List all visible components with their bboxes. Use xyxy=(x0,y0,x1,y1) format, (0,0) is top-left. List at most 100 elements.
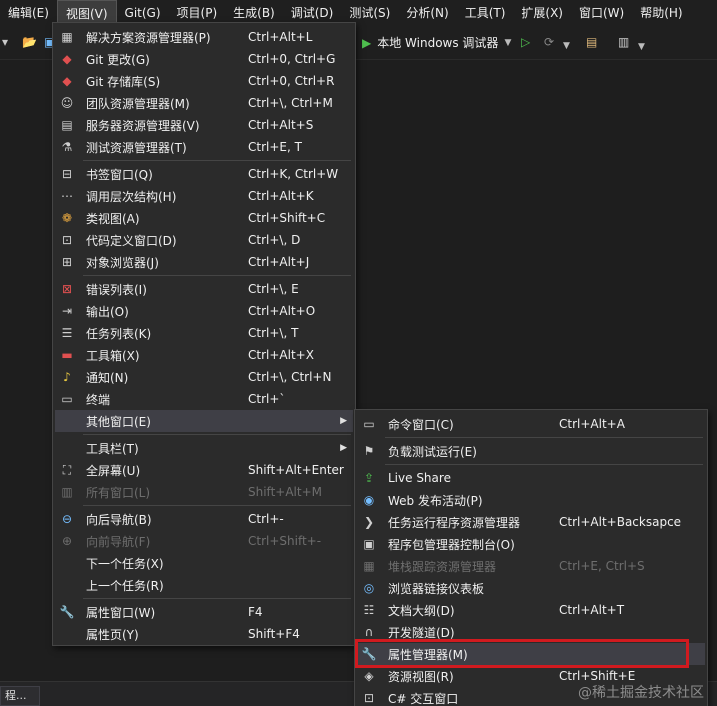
menu-item-label: 解决方案资源管理器(P) xyxy=(86,30,211,45)
properties-window-icon: 🔧 xyxy=(59,605,75,619)
menu-item-document-outline[interactable]: ☷ 文档大纲(D) Ctrl+Alt+T xyxy=(357,599,705,621)
menu-item-stack-trace-explorer: ▦ 堆栈跟踪资源管理器 Ctrl+E, Ctrl+S xyxy=(357,555,705,577)
folder-tool-icon[interactable]: ▤ xyxy=(586,35,597,49)
menu-item-shortcut: Ctrl+` xyxy=(248,392,286,406)
menu-analyze[interactable]: 分析(N) xyxy=(398,0,456,26)
menu-item-label: 资源视图(R) xyxy=(388,669,454,684)
menu-item-property-manager[interactable]: 🔧 属性管理器(M) xyxy=(357,643,705,665)
full-screen-icon: ⛶ xyxy=(62,462,72,477)
menu-item-team-explorer[interactable]: ☺ 团队资源管理器(M) Ctrl+\, Ctrl+M xyxy=(55,92,353,114)
menu-item-navigate-forward: ⊕ 向前导航(F) Ctrl+Shift+- xyxy=(55,530,353,552)
menu-item-test-explorer[interactable]: ⚗ 测试资源管理器(T) Ctrl+E, T xyxy=(55,136,353,158)
start-debug-button[interactable]: ▶ 本地 Windows 调试器 ▼ xyxy=(362,34,511,51)
menu-item-other-windows[interactable]: 其他窗口(E) ▶ xyxy=(55,410,353,432)
menu-item-git-repository[interactable]: ◆ Git 存储库(S) Ctrl+0, Ctrl+R xyxy=(55,70,353,92)
menu-window[interactable]: 窗口(W) xyxy=(571,0,632,26)
menu-item-label: 堆栈跟踪资源管理器 xyxy=(388,559,497,574)
menu-item-notifications[interactable]: ♪ 通知(N) Ctrl+\, Ctrl+N xyxy=(55,366,353,388)
object-browser-icon: ⊞ xyxy=(61,255,73,269)
menu-item-live-share[interactable]: ⇪ Live Share xyxy=(357,467,705,489)
menu-item-web-publish[interactable]: ◉ Web 发布活动(P) xyxy=(357,489,705,511)
server-explorer-icon: ▤ xyxy=(61,118,73,132)
document-outline-icon: ☷ xyxy=(363,603,375,617)
menu-item-label: 任务运行程序资源管理器 xyxy=(388,515,521,530)
menu-item-object-browser[interactable]: ⊞ 对象浏览器(J) Ctrl+Alt+J xyxy=(55,251,353,273)
menu-item-label: Git 存储库(S) xyxy=(86,74,161,89)
start-without-debug-icon[interactable]: ▷ xyxy=(521,35,530,49)
output-icon: ⇥ xyxy=(61,304,73,318)
menu-item-label: 错误列表(I) xyxy=(86,282,147,297)
menu-item-class-view[interactable]: ❁ 类视图(A) Ctrl+Shift+C xyxy=(55,207,353,229)
menu-item-task-list[interactable]: ☰ 任务列表(K) Ctrl+\, T xyxy=(55,322,353,344)
menu-item-dev-tunnels[interactable]: ∩ 开发隧道(D) xyxy=(357,621,705,643)
menu-item-label: 服务器资源管理器(V) xyxy=(86,118,200,133)
menu-item-browser-link-dashboard[interactable]: ◎ 浏览器链接仪表板 xyxy=(357,577,705,599)
menu-tools[interactable]: 工具(T) xyxy=(457,0,514,26)
menu-item-shortcut: Ctrl+K, Ctrl+W xyxy=(248,167,339,181)
menu-item-properties-window[interactable]: 🔧 属性窗口(W) F4 xyxy=(55,601,353,623)
toolbox-icon: ▬ xyxy=(61,348,73,362)
menu-item-load-test-run[interactable]: ⚑ 负载测试运行(E) xyxy=(357,440,705,462)
restart-dropdown-icon[interactable]: ▼ xyxy=(563,37,570,51)
menu-item-git-changes[interactable]: ◆ Git 更改(G) Ctrl+0, Ctrl+G xyxy=(55,48,353,70)
menu-edit[interactable]: 编辑(E) xyxy=(0,0,57,26)
menu-item-shortcut: Ctrl+0, Ctrl+G xyxy=(248,52,336,66)
menu-item-label: Web 发布活动(P) xyxy=(388,493,483,508)
restart-icon[interactable]: ⟳ xyxy=(544,35,554,49)
menu-item-label: Git 更改(G) xyxy=(86,52,150,67)
all-windows-icon: ▥ xyxy=(61,485,73,499)
git-changes-icon: ◆ xyxy=(62,52,72,66)
menu-item-code-definition[interactable]: ⊡ 代码定义窗口(D) Ctrl+\, D xyxy=(55,229,353,251)
menu-item-solution-explorer[interactable]: ▦ 解决方案资源管理器(P) Ctrl+Alt+L xyxy=(55,26,353,48)
menu-item-full-screen[interactable]: ⛶ 全屏幕(U) Shift+Alt+Enter xyxy=(55,459,353,481)
menu-help[interactable]: 帮助(H) xyxy=(632,0,690,26)
menu-item-bookmark-window[interactable]: ⊟ 书签窗口(Q) Ctrl+K, Ctrl+W xyxy=(55,163,353,185)
menu-item-output[interactable]: ⇥ 输出(O) Ctrl+Alt+O xyxy=(55,300,353,322)
menu-item-call-hierarchy[interactable]: ⋯ 调用层次结构(H) Ctrl+Alt+K xyxy=(55,185,353,207)
menu-extensions[interactable]: 扩展(X) xyxy=(513,0,571,26)
menu-item-toolbox[interactable]: ▬ 工具箱(X) Ctrl+Alt+X xyxy=(55,344,353,366)
menu-item-shortcut: Ctrl+\, D xyxy=(248,233,301,247)
toolbar-dropdown-icon[interactable]: ▾ xyxy=(2,35,8,49)
menu-item-error-list[interactable]: ⊠ 错误列表(I) Ctrl+\, E xyxy=(55,278,353,300)
menu-item-shortcut: Ctrl+- xyxy=(248,512,284,526)
menu-item-shortcut: Ctrl+Alt+L xyxy=(248,30,313,44)
open-folder-icon[interactable]: 📂 xyxy=(22,35,37,49)
menu-item-shortcut: F4 xyxy=(248,605,263,619)
resource-view-icon: ◈ xyxy=(364,669,374,683)
menu-item-label: 对象浏览器(J) xyxy=(86,255,159,270)
play-icon: ▶ xyxy=(362,35,372,50)
view-menu: ▦ 解决方案资源管理器(P) Ctrl+Alt+L ◆ Git 更改(G) Ct… xyxy=(52,22,356,646)
toolbar-overflow-icon[interactable]: ▼ xyxy=(638,38,645,52)
menu-item-all-windows: ▥ 所有窗口(L) Shift+Alt+M xyxy=(55,481,353,503)
git-repository-icon: ◆ xyxy=(62,74,72,88)
call-hierarchy-icon: ⋯ xyxy=(61,189,73,203)
menu-item-shortcut: Shift+F4 xyxy=(248,627,300,641)
menu-item-property-pages[interactable]: 属性页(Y) Shift+F4 xyxy=(55,623,353,645)
menu-item-shortcut: Ctrl+Alt+A xyxy=(559,417,625,431)
menu-item-previous-task[interactable]: 上一个任务(R) xyxy=(55,574,353,596)
task-runner-icon: ❯ xyxy=(363,515,375,529)
menu-item-toolbars[interactable]: 工具栏(T) ▶ xyxy=(55,437,353,459)
menu-item-label: 书签窗口(Q) xyxy=(86,167,153,182)
menu-item-shortcut: Ctrl+Alt+S xyxy=(248,118,314,132)
live-share-icon: ⇪ xyxy=(363,471,375,485)
menu-item-label: 向前导航(F) xyxy=(86,534,151,549)
menu-item-server-explorer[interactable]: ▤ 服务器资源管理器(V) Ctrl+Alt+S xyxy=(55,114,353,136)
menu-item-terminal[interactable]: ▭ 终端 Ctrl+` xyxy=(55,388,353,410)
menu-item-task-runner-explorer[interactable]: ❯ 任务运行程序资源管理器 Ctrl+Alt+Backsapce xyxy=(357,511,705,533)
menu-item-next-task[interactable]: 下一个任务(X) xyxy=(55,552,353,574)
menu-item-label: 工具栏(T) xyxy=(86,441,139,456)
bottom-tab[interactable]: 程... xyxy=(0,686,40,706)
menu-item-shortcut: Ctrl+Alt+X xyxy=(248,348,314,362)
menu-item-shortcut: Ctrl+Shift+E xyxy=(559,669,636,683)
other-windows-submenu: ▭ 命令窗口(C) Ctrl+Alt+A ⚑ 负载测试运行(E) ⇪ Live … xyxy=(354,409,708,706)
menu-item-shortcut: Ctrl+Alt+T xyxy=(559,603,625,617)
solution-explorer-icon: ▦ xyxy=(61,30,73,44)
menu-item-package-manager-console[interactable]: ▣ 程序包管理器控制台(O) xyxy=(357,533,705,555)
menu-item-navigate-back[interactable]: ⊖ 向后导航(B) Ctrl+- xyxy=(55,508,353,530)
menu-separator xyxy=(385,437,703,438)
menu-item-label: 代码定义窗口(D) xyxy=(86,233,177,248)
menu-item-command-window[interactable]: ▭ 命令窗口(C) Ctrl+Alt+A xyxy=(357,413,705,435)
window-layout-icon[interactable]: ▥ xyxy=(618,35,629,49)
